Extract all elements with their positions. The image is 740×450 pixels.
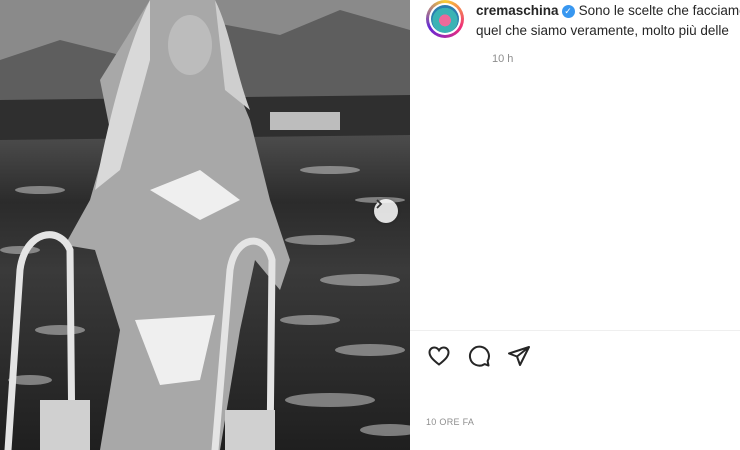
post-photo[interactable] (0, 0, 410, 450)
comment-time: 10 h (492, 53, 514, 65)
like-button[interactable] (426, 343, 452, 369)
caption-text: Sono le scelte che facciamo (578, 3, 740, 18)
comment-button[interactable] (466, 343, 492, 369)
next-photo-button[interactable] (374, 199, 398, 223)
divider (410, 330, 740, 331)
action-bar (426, 343, 532, 371)
paper-plane-icon (508, 346, 530, 366)
avatar[interactable] (426, 0, 464, 38)
avatar-border (429, 3, 461, 35)
username-link[interactable]: cremaschina (476, 3, 559, 18)
photo-scene (0, 0, 410, 450)
comment-icon (468, 345, 490, 367)
verified-badge-icon: ✓ (561, 5, 575, 18)
post-side-panel: cremaschina ✓ Sono le scelte che facciamo … (410, 0, 740, 450)
share-button[interactable] (506, 343, 532, 369)
avatar-image (431, 5, 459, 33)
caption: cremaschina ✓ Sono le scelte che facciamo … (476, 1, 740, 41)
caption-row: cremaschina ✓ Sono le scelte che facciamo … (426, 0, 740, 65)
caption-text-line2: quel che siamo veramente, molto più dell… (476, 23, 729, 38)
post-timestamp: 10 ORE FA (426, 417, 475, 427)
heart-icon (428, 346, 450, 366)
chevron-right-icon (376, 199, 383, 209)
